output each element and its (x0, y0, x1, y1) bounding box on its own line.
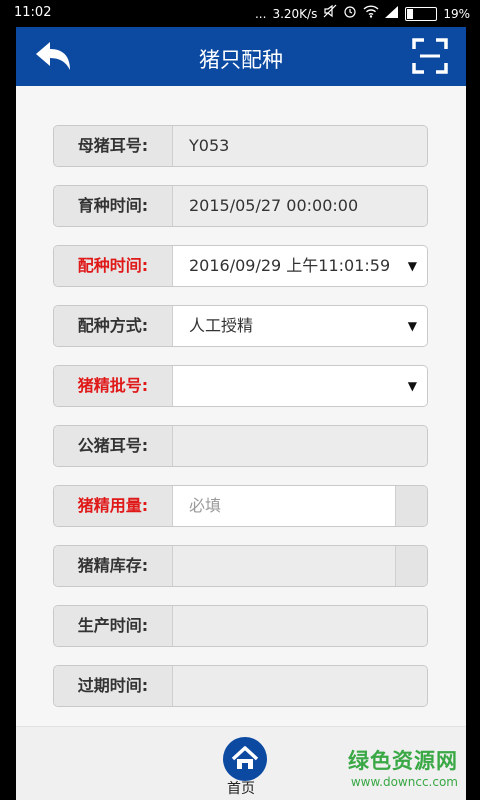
form-row-breeding-time: 育种时间: 2015/05/27 00:00:00 (53, 185, 428, 227)
app-screen: 猪只配种 母猪耳号: Y053 育种时间: 2015/05/27 00:00:0… (16, 27, 466, 800)
form-row-semen-dosage[interactable]: 猪精用量: 必填 (53, 485, 428, 527)
watermark-main: 绿色资源网 (348, 749, 458, 773)
page-title: 猪只配种 (199, 48, 283, 72)
wifi-icon (363, 4, 379, 23)
production-time-value (173, 606, 427, 646)
semen-batch-select[interactable] (173, 366, 427, 406)
form-row-expiry-time: 过期时间: (53, 665, 428, 707)
chevron-down-icon[interactable]: ▼ (408, 366, 417, 406)
form-row-semen-batch[interactable]: 猪精批号: ▼ (53, 365, 428, 407)
stock-unit-box (395, 546, 427, 586)
alarm-icon (343, 4, 357, 23)
form-row-mating-method[interactable]: 配种方式: 人工授精 ▼ (53, 305, 428, 347)
sow-ear-id-value: Y053 (173, 126, 427, 166)
form-row-semen-stock: 猪精库存: (53, 545, 428, 587)
semen-dosage-input[interactable]: 必填 (173, 486, 396, 526)
status-dots: ... (254, 6, 267, 21)
boar-ear-id-value (173, 426, 427, 466)
top-navbar: 猪只配种 (16, 27, 466, 86)
form-row-production-time: 生产时间: (53, 605, 428, 647)
form-label: 配种方式: (54, 306, 173, 346)
expiry-time-value (173, 666, 427, 706)
battery-icon (405, 6, 438, 21)
form-row-sow-ear-id: 母猪耳号: Y053 (53, 125, 428, 167)
bottom-nav: 首页 绿色资源网 www.downcc.com (16, 726, 466, 800)
signal-icon (385, 5, 399, 23)
form-row-boar-ear-id: 公猪耳号: (53, 425, 428, 467)
form-label: 母猪耳号: (54, 126, 173, 166)
dosage-unit-box (395, 486, 427, 526)
watermark: 绿色资源网 www.downcc.com (348, 745, 458, 789)
scan-button[interactable] (412, 38, 448, 74)
form-label: 猪精批号: (54, 366, 173, 406)
breeding-form: 母猪耳号: Y053 育种时间: 2015/05/27 00:00:00 配种时… (16, 86, 466, 726)
scan-icon (412, 38, 448, 74)
mating-time-select[interactable]: 2016/09/29 上午11:01:59 (173, 246, 427, 286)
form-label: 生产时间: (54, 606, 173, 646)
home-button[interactable] (223, 737, 267, 781)
watermark-url: www.downcc.com (350, 775, 458, 789)
chevron-down-icon[interactable]: ▼ (408, 306, 417, 346)
home-icon (231, 746, 259, 769)
semen-stock-value (173, 546, 396, 586)
battery-percent: 19% (443, 6, 470, 21)
status-bar: 11:02 ... 3.20K/s 19% (0, 0, 480, 27)
form-label: 公猪耳号: (54, 426, 173, 466)
mute-icon (323, 4, 337, 23)
form-label: 配种时间: (54, 246, 173, 286)
form-label: 猪精库存: (54, 546, 173, 586)
status-icons: ... 3.20K/s 19% (255, 4, 470, 23)
form-label: 育种时间: (54, 186, 173, 226)
form-label: 猪精用量: (54, 486, 173, 526)
status-time: 11:02 (14, 5, 52, 20)
chevron-down-icon[interactable]: ▼ (408, 246, 417, 286)
form-label: 过期时间: (54, 666, 173, 706)
breeding-time-value: 2015/05/27 00:00:00 (173, 186, 427, 226)
network-speed: 3.20K/s (272, 6, 318, 21)
form-row-mating-time[interactable]: 配种时间: 2016/09/29 上午11:01:59 ▼ (53, 245, 428, 287)
mating-method-select[interactable]: 人工授精 (173, 306, 427, 346)
